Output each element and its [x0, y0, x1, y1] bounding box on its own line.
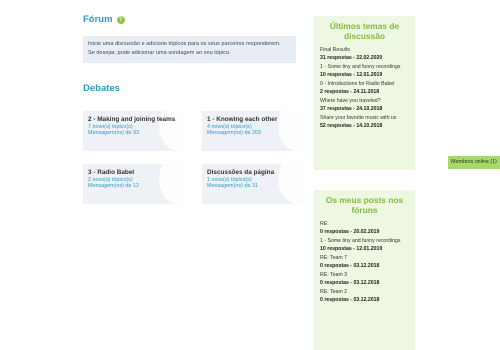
- latest-topic-item[interactable]: Final Results 31 respostas - 22.02.2020: [320, 47, 409, 62]
- debate-card[interactable]: 2 - Making and joining teams 7 novo(s) t…: [83, 111, 185, 151]
- my-posts-panel: Os meus posts nos fóruns RE: 0 respostas…: [314, 190, 415, 350]
- forum-header: Fórum ?: [83, 14, 125, 25]
- my-post-meta: 0 respostas - 20.02.2019: [320, 229, 380, 235]
- debate-card-messages[interactable]: Mensagem(ns) de 93: [88, 130, 180, 137]
- intro-line-2: Se desejar, pode adicionar uma sondagem …: [88, 49, 231, 56]
- latest-topic-meta: 52 respostas - 14.10.2018: [320, 123, 383, 129]
- latest-topic-item[interactable]: Where have you traveled? 37 respostas - …: [320, 98, 409, 113]
- latest-topic-title[interactable]: Share your favorite music with us: [320, 115, 409, 122]
- latest-topics-panel: Últimos temas de discussão Final Results…: [314, 16, 415, 170]
- help-icon[interactable]: ?: [116, 15, 125, 24]
- latest-topic-item[interactable]: 1 - Some tiny and funny recordings 10 re…: [320, 64, 409, 79]
- latest-topic-title[interactable]: Where have you traveled?: [320, 98, 409, 105]
- my-post-item[interactable]: RE: 0 respostas - 20.02.2019: [320, 221, 409, 236]
- debates-title: Debates: [83, 83, 120, 94]
- debate-card-title[interactable]: 2 - Making and joining teams: [88, 116, 180, 124]
- latest-topic-title[interactable]: Final Results: [320, 47, 409, 54]
- my-post-item[interactable]: RE: Team 7 0 respostas - 03.12.2018: [320, 255, 409, 270]
- debate-card[interactable]: Discussões da página 1 novo(s) tópico(s)…: [202, 164, 304, 204]
- debate-card-title[interactable]: 1 - Knowing each other: [207, 116, 299, 124]
- forum-title: Fórum: [83, 14, 113, 25]
- debate-card-messages[interactable]: Mensagem(ns) de 12: [88, 183, 180, 190]
- intro-line-1: Inicie uma discussão e adicione tópicos …: [88, 41, 281, 47]
- latest-topic-meta: 31 respostas - 22.02.2020: [320, 55, 383, 61]
- my-post-meta: 0 respostas - 03.12.2018: [320, 280, 380, 286]
- latest-topic-title[interactable]: 0 - Introductions for Radio Babel: [320, 81, 409, 88]
- latest-topic-item[interactable]: 0 - Introductions for Radio Babel 2 resp…: [320, 81, 409, 96]
- my-post-title[interactable]: RE: Team 2: [320, 289, 409, 296]
- my-post-item[interactable]: RE: Team 3 0 respostas - 03.12.2018: [320, 272, 409, 287]
- latest-topic-meta: 2 respostas - 24.11.2018: [320, 89, 380, 95]
- debate-card-title[interactable]: Discussões da página: [207, 169, 299, 177]
- latest-topic-meta: 10 respostas - 12.01.2019: [320, 72, 383, 78]
- my-post-title[interactable]: 1 - Some tiny and funny recordings: [320, 238, 409, 245]
- latest-topics-title: Últimos temas de discussão: [329, 21, 400, 41]
- debate-card[interactable]: 1 - Knowing each other 4 novo(s) tópico(…: [202, 111, 304, 151]
- my-post-item[interactable]: RE: Team 2 0 respostas - 03.12.2018: [320, 289, 409, 304]
- latest-topic-title[interactable]: 1 - Some tiny and funny recordings: [320, 64, 409, 71]
- debate-card-messages[interactable]: Mensagem(ns) de 31: [207, 183, 299, 190]
- my-post-title[interactable]: RE:: [320, 221, 409, 228]
- my-post-meta: 0 respostas - 03.12.2018: [320, 297, 380, 303]
- forum-intro: Inicie uma discussão e adicione tópicos …: [83, 36, 296, 63]
- my-post-meta: 10 respostas - 12.01.2019: [320, 246, 383, 252]
- my-post-meta: 0 respostas - 03.12.2018: [320, 263, 380, 269]
- debate-card-title[interactable]: 3 - Radio Babel: [88, 169, 180, 177]
- debate-card[interactable]: 3 - Radio Babel 2 novo(s) tópico(s) Mens…: [83, 164, 185, 204]
- my-post-item[interactable]: 1 - Some tiny and funny recordings 10 re…: [320, 238, 409, 253]
- debate-card-messages[interactable]: Mensagem(ns) de 203: [207, 130, 299, 137]
- members-online-button[interactable]: Membros online (1): [448, 156, 500, 169]
- latest-topic-item[interactable]: Share your favorite music with us 52 res…: [320, 115, 409, 130]
- latest-topic-meta: 37 respostas - 24.10.2018: [320, 106, 383, 112]
- my-post-title[interactable]: RE: Team 7: [320, 255, 409, 262]
- my-posts-title: Os meus posts nos fóruns: [325, 195, 404, 215]
- my-post-title[interactable]: RE: Team 3: [320, 272, 409, 279]
